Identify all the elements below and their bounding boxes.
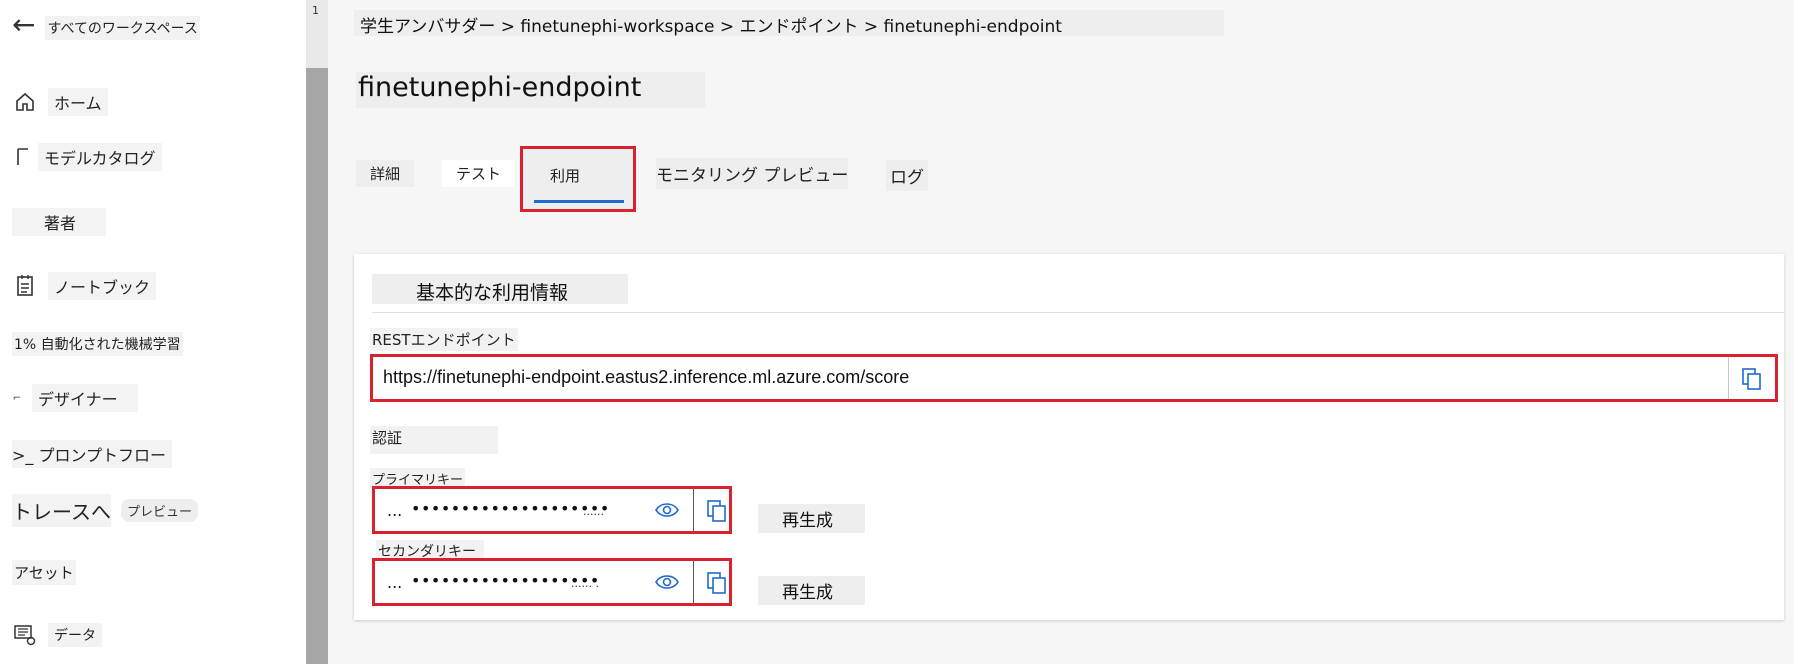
sidebar-item-automl[interactable]: 1% 自動化された機械学習	[12, 332, 183, 356]
data-icon	[12, 622, 38, 648]
copy-primary-key-button[interactable]	[705, 497, 729, 525]
sidebar-item-label: モデルカタログ	[38, 143, 162, 171]
sidebar-item-label: デザイナー	[32, 384, 138, 412]
sidebar-item-designer[interactable]: ⌐ デザイナー	[12, 384, 138, 412]
sidebar-scrollbar[interactable]: 1	[306, 0, 328, 664]
sidebar-item-label: >_ プロンプトフロー	[12, 440, 173, 468]
sidebar-item-assets: アセット	[12, 560, 76, 585]
regenerate-primary-button[interactable]: 再生成	[758, 504, 865, 533]
sidebar-item-data[interactable]: データ	[12, 622, 102, 648]
divider	[1728, 357, 1729, 399]
divider	[693, 561, 694, 603]
sidebar-item-home[interactable]: ホーム	[12, 88, 108, 116]
sidebar-item-label: 1% 自動化された機械学習	[12, 332, 183, 356]
copy-secondary-key-button[interactable]	[705, 569, 729, 597]
sidebar-item-prompt-flow[interactable]: >_ プロンプトフロー	[12, 440, 173, 468]
sidebar-item-label: ノートブック	[48, 272, 157, 300]
sidebar-item-label: トレースへ	[12, 494, 111, 527]
home-icon	[12, 89, 38, 115]
show-key-eye-icon[interactable]	[655, 573, 679, 591]
left-nav: ← すべてのワークスペース ホーム モデルカタログ 著者 ノートブック 1% 自	[0, 0, 306, 664]
sidebar-section-label: アセット	[12, 560, 76, 585]
tab-consume[interactable]: 利用	[536, 162, 595, 189]
consumption-card: 基本的な利用情報 RESTエンドポイント https://finetunephi…	[354, 254, 1784, 620]
divider	[693, 489, 694, 531]
auth-label: 認証	[370, 426, 498, 454]
key-prefix: ...	[387, 573, 403, 592]
rest-endpoint-field[interactable]: https://finetunephi-endpoint.eastus2.inf…	[370, 354, 1778, 402]
designer-icon: ⌐	[12, 392, 22, 404]
copy-icon	[707, 500, 726, 522]
back-label: すべてのワークスペース	[45, 16, 200, 40]
page-title: finetunephi-endpoint	[356, 72, 706, 108]
key-trail: ...... .	[571, 577, 599, 590]
primary-key-field[interactable]: ... •••••••••••••••••••• ......	[372, 486, 732, 534]
tab-monitoring-preview[interactable]: モニタリング プレビュー	[656, 158, 849, 189]
model-catalog-icon	[12, 144, 38, 170]
show-key-eye-icon[interactable]	[655, 501, 679, 519]
sidebar-item-label: データ	[48, 623, 102, 647]
breadcrumb[interactable]: 学生アンバサダー > finetunephi-workspace > エンドポイ…	[354, 10, 1224, 37]
divider	[372, 312, 1784, 313]
sidebar-item-authoring: 著者	[12, 208, 107, 236]
key-trail: ......	[583, 505, 604, 518]
sidebar-item-model-catalog[interactable]: モデルカタログ	[12, 143, 162, 171]
sidebar-item-label: ホーム	[48, 88, 108, 116]
primary-key-masked: ••••••••••••••••••••	[411, 499, 610, 518]
scrollbar-thumb[interactable]	[306, 68, 328, 664]
main-content: 学生アンバサダー > finetunephi-workspace > エンドポイ…	[328, 0, 1794, 664]
app-root: ← すべてのワークスペース ホーム モデルカタログ 著者 ノートブック 1% 自	[0, 0, 1794, 664]
copy-endpoint-button[interactable]	[1737, 365, 1767, 393]
copy-icon	[707, 572, 726, 594]
scroll-mark: 1	[312, 4, 319, 17]
arrow-left-icon: ←	[12, 8, 36, 41]
rest-endpoint-value: https://finetunephi-endpoint.eastus2.inf…	[383, 367, 910, 387]
rest-endpoint-label: RESTエンドポイント	[370, 328, 518, 351]
sidebar-section-label: 著者	[12, 208, 107, 236]
section-title: 基本的な利用情報	[372, 274, 628, 304]
back-to-workspaces[interactable]: ← すべてのワークスペース	[12, 10, 200, 40]
active-tab-indicator	[534, 200, 624, 203]
notebook-icon	[12, 273, 38, 299]
copy-icon	[1742, 368, 1761, 390]
prompt-flow-icon: >_	[12, 446, 34, 465]
key-prefix: ...	[387, 501, 403, 520]
tab-details[interactable]: 詳細	[356, 160, 415, 187]
sidebar-item-notebooks[interactable]: ノートブック	[12, 272, 157, 300]
sidebar-item-tracing[interactable]: トレースへ プレビュー	[12, 494, 199, 527]
secondary-key-field[interactable]: ... ••••••••••••••••••• ...... .	[372, 558, 732, 606]
tab-test[interactable]: テスト	[442, 160, 516, 187]
tab-logs[interactable]: ログ	[886, 160, 928, 191]
regenerate-secondary-button[interactable]: 再生成	[758, 576, 865, 605]
preview-badge: プレビュー	[121, 499, 199, 522]
